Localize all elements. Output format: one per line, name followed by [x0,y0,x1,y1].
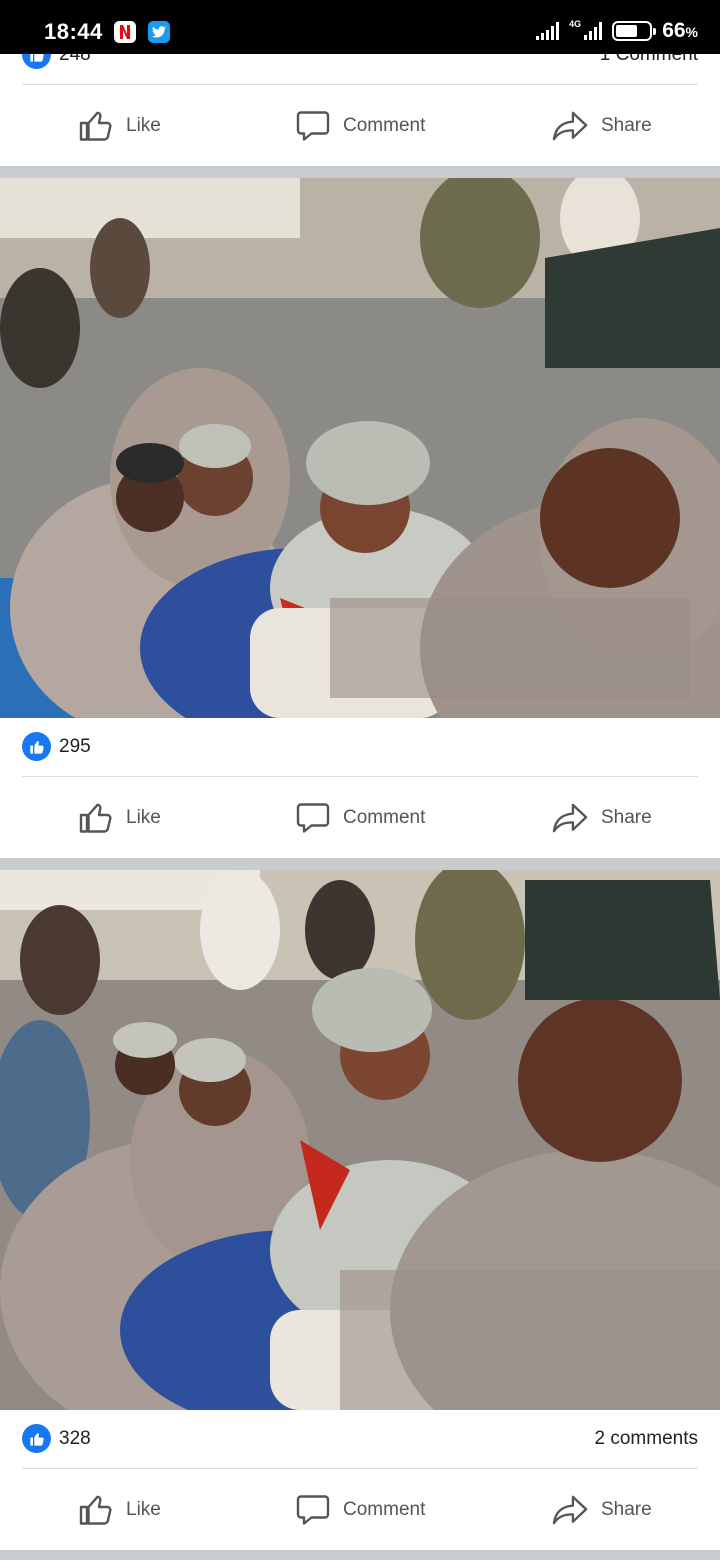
wifi-signal-icon [536,22,560,40]
battery-icon [612,21,657,41]
thumbs-up-icon [79,111,112,141]
like-button[interactable]: Like [78,1470,161,1550]
thumbs-up-icon [79,1495,112,1525]
status-time: 18:44 [44,19,103,44]
like-count[interactable]: 295 [59,736,91,758]
like-button[interactable]: Like [78,778,161,858]
battery-percent: 66% [662,19,698,42]
network-type-label: 4G [569,19,582,29]
post-separator [0,858,720,870]
share-label: Share [601,1499,652,1520]
comment-bubble-icon [296,803,330,833]
like-label: Like [126,115,161,136]
like-label: Like [126,807,161,828]
cell-signal-icon [584,22,603,40]
share-button[interactable]: Share [551,86,652,166]
like-button[interactable]: Like [78,86,161,166]
share-arrow-icon [552,1495,588,1525]
post-action-bar: Like Comment Share [0,86,720,166]
share-button[interactable]: Share [551,1470,652,1550]
post-stats: 328 2 comments [0,1410,720,1468]
post-separator [0,1550,720,1560]
divider [22,84,698,85]
thumbs-up-icon [79,803,112,833]
twitter-icon [148,21,170,43]
share-arrow-icon [552,111,588,141]
post-action-bar: Like Comment Share [0,778,720,858]
comment-count[interactable]: 2 comments [595,1428,698,1450]
comment-label: Comment [343,1499,426,1520]
like-count[interactable]: 328 [59,1428,91,1450]
post-stats: 295 [0,718,720,776]
post-separator [0,166,720,178]
like-reaction-icon [22,732,51,761]
like-label: Like [126,1499,161,1520]
post-photo[interactable] [0,178,720,718]
comment-label: Comment [343,807,426,828]
share-label: Share [601,115,652,136]
divider [22,776,698,777]
comment-bubble-icon [296,111,330,141]
share-label: Share [601,807,652,828]
post-photo[interactable] [0,870,720,1410]
comment-bubble-icon [296,1495,330,1525]
share-button[interactable]: Share [551,778,652,858]
netflix-icon [114,21,136,43]
comment-button[interactable]: Comment [295,1470,425,1550]
share-arrow-icon [552,803,588,833]
comment-button[interactable]: Comment [295,86,425,166]
like-reaction-icon [22,1424,51,1453]
comment-button[interactable]: Comment [295,778,425,858]
comment-label: Comment [343,115,426,136]
divider [22,1468,698,1469]
status-bar: 18:44 4G 66% [0,0,720,54]
post-action-bar: Like Comment Share [0,1470,720,1550]
